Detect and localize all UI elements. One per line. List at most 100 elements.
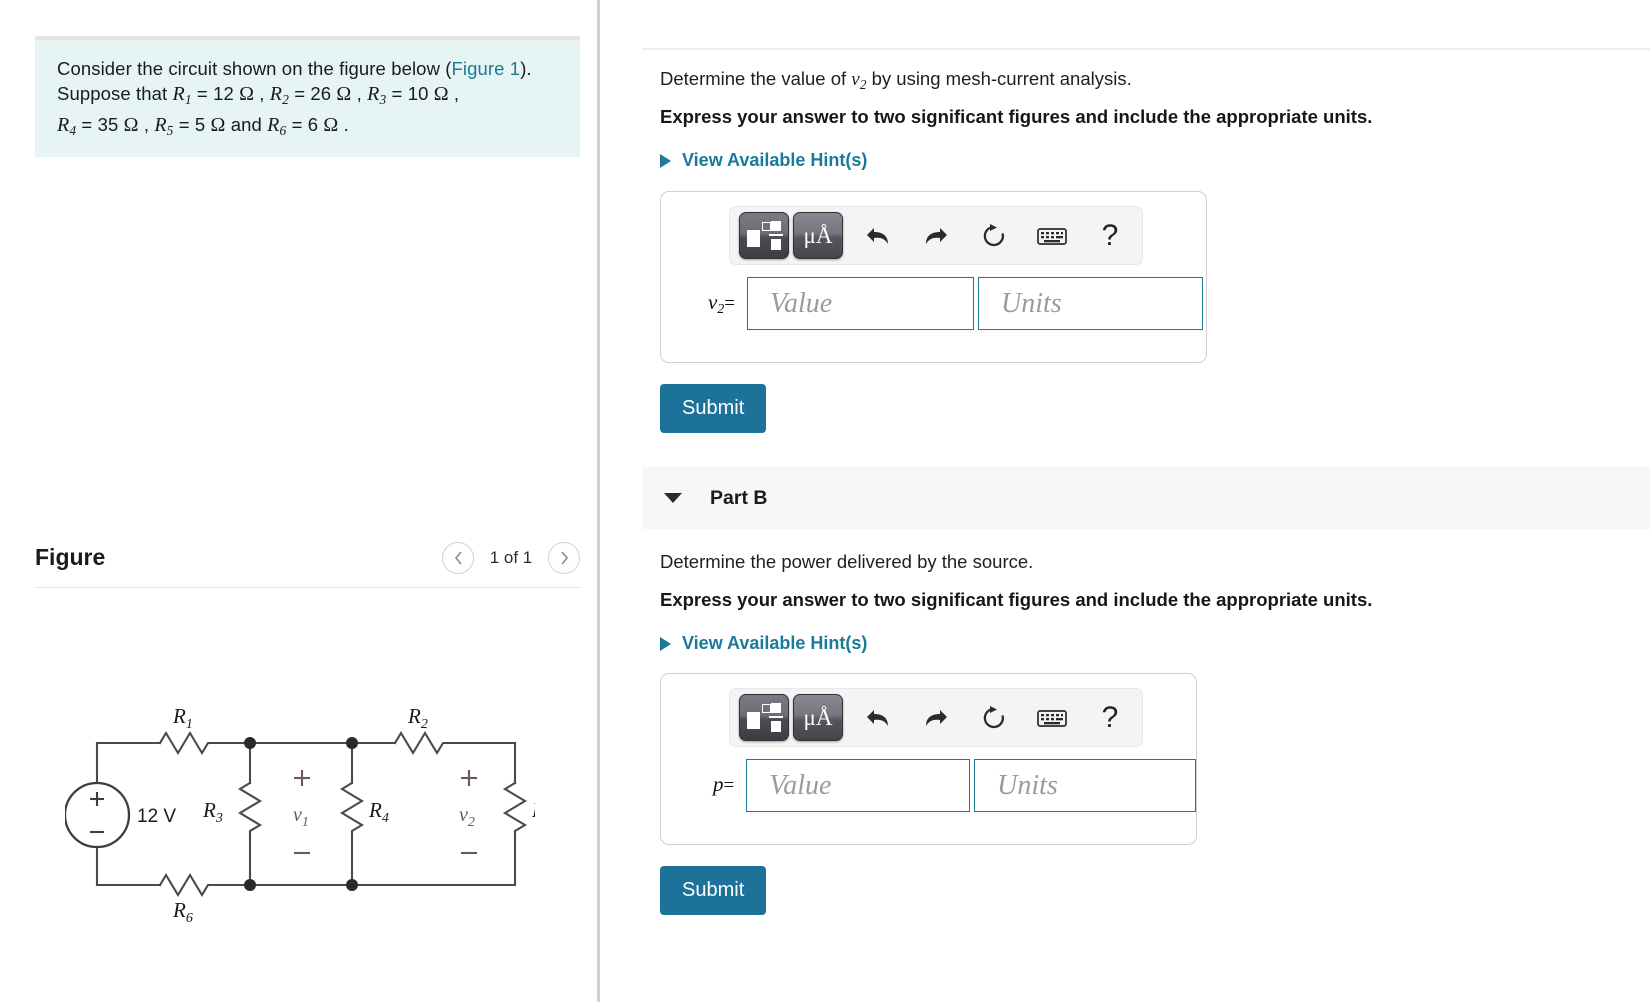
part-a-question-variable-sub: 2: [859, 76, 867, 92]
part-b-answer-label-var: p: [713, 771, 724, 796]
part-a-answer-label-var: v: [707, 289, 718, 314]
part-b-undo-button[interactable]: [855, 696, 901, 740]
label-r5: R5: [531, 798, 535, 826]
part-a-question-main: Determine the value of: [660, 68, 847, 89]
part-a-instruction: Express your answer to two significant f…: [660, 104, 1580, 130]
part-a-units-input[interactable]: Units: [978, 277, 1203, 330]
figure-header: Figure 1 of 1: [35, 528, 580, 588]
part-b-reset-button[interactable]: [971, 696, 1017, 740]
left-problem-panel: Consider the circuit shown on the figure…: [0, 0, 600, 1002]
resistor-6-value: 6: [307, 113, 319, 135]
hint-expand-triangle-icon: [660, 153, 671, 168]
label-r6: R6: [172, 898, 193, 926]
part-b-submit-button[interactable]: Submit: [660, 866, 767, 915]
part-b-template-button[interactable]: [739, 694, 789, 741]
part-b-units-input[interactable]: Units: [974, 759, 1196, 812]
part-a-template-button[interactable]: [739, 212, 789, 259]
part-b-view-hints-link[interactable]: View Available Hint(s): [660, 633, 867, 654]
part-a-reset-button[interactable]: [971, 214, 1017, 258]
label-r3: R3: [202, 798, 223, 826]
label-v1: v1: [293, 804, 309, 830]
part-b-instruction-text: Express your answer to two significant f…: [660, 589, 1373, 610]
circuit-diagram[interactable]: R1 R2 R3 R4 R5 R6 v1 v2 12 V: [65, 695, 535, 945]
part-a-help-button[interactable]: ?: [1087, 214, 1133, 258]
part-a-keyboard-button[interactable]: [1029, 214, 1075, 258]
part-a-submit-button[interactable]: Submit: [660, 384, 767, 433]
resistor-6-symbol: R: [267, 113, 280, 136]
part-b-redo-button[interactable]: [913, 696, 959, 740]
figure-next-button[interactable]: [548, 541, 580, 574]
part-a-undo-button[interactable]: [855, 214, 901, 258]
template-icon: [747, 702, 783, 733]
resistor-1-subscript: 1: [184, 91, 192, 107]
resistor-3-symbol: R: [367, 83, 380, 105]
question-mark-icon: ?: [1101, 700, 1119, 734]
part-b-answer-label-eq: =: [723, 774, 735, 796]
resistor-3-value: 10: [407, 83, 429, 104]
figure-navigation: 1 of 1: [442, 541, 580, 574]
problem-line1-prefix: Consider the circuit shown on the figure…: [57, 58, 452, 79]
reset-circular-arrow-icon: [983, 223, 1005, 246]
panel-top-divider: [642, 48, 1650, 50]
label-v2: v2: [459, 804, 475, 830]
part-b-hint-label: View Available Hint(s): [682, 633, 868, 653]
part-b-answer-row: p= Value Units: [661, 759, 1196, 828]
part-b-question: Determine the power delivered by the sou…: [660, 549, 1560, 575]
part-b-question-text: Determine the power delivered by the sou…: [660, 551, 1034, 572]
resistor-2-symbol: R: [269, 83, 283, 105]
resistor-4-subscript: 4: [69, 122, 77, 138]
resistor-5-subscript: 5: [166, 122, 174, 138]
part-b-value-input[interactable]: Value: [746, 759, 971, 812]
resistor-2-subscript: 2: [282, 91, 289, 107]
resistor-3-subscript: 3: [379, 91, 387, 107]
part-a-hints[interactable]: View Available Hint(s): [660, 150, 867, 171]
part-a-units-button[interactable]: μÅ: [793, 212, 843, 259]
part-b-value-placeholder: Value: [769, 769, 832, 801]
problem-line2-prefix: Suppose that: [57, 83, 173, 104]
part-b-units-button[interactable]: μÅ: [793, 694, 843, 741]
chevron-right-icon: [560, 550, 568, 565]
label-r1: R1: [172, 704, 193, 732]
resistor-2-unit: Ω: [336, 83, 352, 105]
micro-angstrom-icon: μÅ: [803, 704, 833, 730]
part-b-answer-label: p=: [679, 772, 746, 800]
part-a-question-variable: v: [851, 69, 860, 90]
resistor-5-symbol: R: [154, 113, 167, 136]
resistor-4-symbol: R: [57, 113, 70, 136]
keyboard-icon: [1037, 227, 1067, 245]
figure-1-link[interactable]: Figure 1: [452, 58, 521, 79]
part-b-collapse-caret-icon[interactable]: [664, 493, 682, 503]
part-a-hint-label: View Available Hint(s): [682, 150, 868, 170]
problem-line1-suffix: ).: [520, 58, 532, 79]
part-b-keyboard-button[interactable]: [1029, 696, 1075, 740]
part-a-instruction-text: Express your answer to two significant f…: [660, 106, 1373, 127]
figure-prev-button[interactable]: [442, 541, 474, 574]
part-a-units-placeholder: Units: [1001, 287, 1062, 319]
part-a-redo-button[interactable]: [913, 214, 959, 258]
part-a-question-text: Determine the value of v2 by using mesh-…: [660, 66, 1560, 98]
part-b-header[interactable]: Part B: [642, 467, 1650, 529]
micro-angstrom-icon: μÅ: [803, 222, 833, 248]
resistor-6-unit: Ω: [323, 113, 339, 136]
part-b-help-button[interactable]: ?: [1087, 696, 1133, 740]
part-a-value-placeholder: Value: [770, 287, 833, 319]
page-root: Consider the circuit shown on the figure…: [0, 0, 1650, 1002]
reset-circular-arrow-icon: [983, 705, 1005, 728]
figure-counter: 1 of 1: [489, 547, 533, 567]
chevron-left-icon: [454, 550, 462, 565]
part-a-value-input[interactable]: Value: [747, 277, 974, 330]
resistor-3-unit: Ω: [433, 83, 449, 105]
resistor-2-value: 26: [310, 83, 332, 104]
part-a-view-hints-link[interactable]: View Available Hint(s): [660, 150, 867, 171]
right-answer-panel: Determine the value of v2 by using mesh-…: [600, 0, 1650, 1002]
part-a-answer-label: v2=: [679, 290, 747, 318]
part-b-toolbar: μÅ ?: [729, 688, 1143, 747]
figure-title: Figure: [35, 544, 106, 570]
resistor-1-value: 12: [213, 83, 234, 104]
problem-period: .: [343, 113, 349, 135]
part-b-hints[interactable]: View Available Hint(s): [660, 633, 867, 654]
part-a-answer-box: μÅ ? v2= Value Units: [660, 191, 1207, 363]
resistor-4-unit: Ω: [123, 113, 139, 136]
part-a-question-tail: by using mesh-current analysis.: [871, 68, 1132, 89]
problem-statement-box: Consider the circuit shown on the figure…: [35, 36, 580, 157]
